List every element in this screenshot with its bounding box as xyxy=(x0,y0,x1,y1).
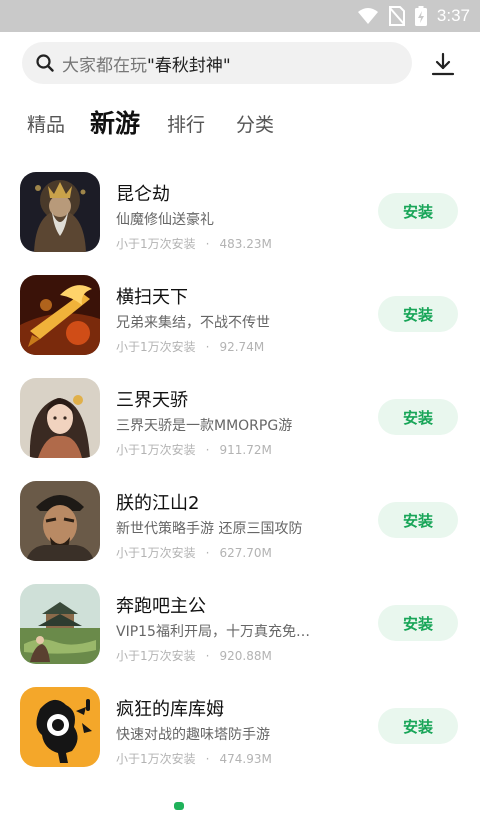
app-description: VIP15福利开局，十万真充免… xyxy=(116,624,310,640)
app-icon xyxy=(20,687,100,767)
app-meta: 小于1万次安装 · 92.74M xyxy=(116,338,264,355)
app-name: 昆仑劫 xyxy=(116,184,170,205)
install-count: 小于1万次安装 xyxy=(116,237,196,251)
download-icon[interactable] xyxy=(430,51,456,77)
search-input[interactable]: 大家都在玩"春秋封神" xyxy=(22,42,412,84)
app-description: 仙魔修仙送豪礼 xyxy=(116,212,214,228)
app-name: 横扫天下 xyxy=(116,287,188,308)
loading-indicator xyxy=(174,802,184,810)
list-item[interactable]: 朕的江山2 新世代策略手游 还原三国攻防 小于1万次安装 · 627.70M 安装 xyxy=(0,469,480,572)
search-highlight: "春秋封神" xyxy=(147,55,231,76)
search-icon xyxy=(36,54,54,72)
app-name: 疯狂的库库姆 xyxy=(116,699,224,720)
app-meta: 小于1万次安装 · 474.93M xyxy=(116,750,272,767)
list-item[interactable]: 奔跑吧主公 VIP15福利开局，十万真充免… 小于1万次安装 · 920.88M 安… xyxy=(0,572,480,675)
tab-new-games[interactable]: 新游 xyxy=(90,104,140,140)
app-icon xyxy=(20,378,100,458)
app-icon xyxy=(20,275,100,355)
separator-dot: · xyxy=(205,237,210,251)
list-item[interactable]: 横扫天下 兄弟来集结，不战不传世 小于1万次安装 · 92.74M 安装 xyxy=(0,263,480,366)
status-time: 3:37 xyxy=(436,6,470,25)
search-prefix: 大家都在玩 xyxy=(62,55,147,76)
install-count: 小于1万次安装 xyxy=(116,443,196,457)
app-icon xyxy=(20,584,100,664)
app-name: 朕的江山2 xyxy=(116,493,200,514)
tab-featured[interactable]: 精品 xyxy=(27,110,65,137)
app-name: 奔跑吧主公 xyxy=(116,596,206,617)
install-button[interactable]: 安装 xyxy=(378,708,458,744)
app-size: 483.23M xyxy=(219,237,272,251)
app-description: 兄弟来集结，不战不传世 xyxy=(116,315,270,331)
install-button[interactable]: 安装 xyxy=(378,605,458,641)
app-size: 92.74M xyxy=(219,340,265,354)
list-item[interactable]: 昆仑劫 仙魔修仙送豪礼 小于1万次安装 · 483.23M 安装 xyxy=(0,160,480,263)
separator-dot: · xyxy=(205,546,210,560)
tab-ranking[interactable]: 排行 xyxy=(167,110,205,137)
search-placeholder: 大家都在玩"春秋封神" xyxy=(62,51,231,76)
no-sim-icon xyxy=(388,6,405,26)
app-size: 920.88M xyxy=(219,649,272,663)
status-icons: 3:37 xyxy=(357,5,470,27)
install-count: 小于1万次安装 xyxy=(116,752,196,766)
separator-dot: · xyxy=(205,752,210,766)
app-icon xyxy=(20,481,100,561)
app-description: 快速对战的趣味塔防手游 xyxy=(116,727,270,743)
app-description: 新世代策略手游 还原三国攻防 xyxy=(116,521,303,537)
app-meta: 小于1万次安装 · 483.23M xyxy=(116,235,272,252)
list-item[interactable]: 三界天骄 三界天骄是一款MMORPG游 小于1万次安装 · 911.72M 安装 xyxy=(0,366,480,469)
install-count: 小于1万次安装 xyxy=(116,340,196,354)
app-name: 三界天骄 xyxy=(116,390,188,411)
list-item[interactable]: 疯狂的库库姆 快速对战的趣味塔防手游 小于1万次安装 · 474.93M 安装 xyxy=(0,675,480,778)
install-count: 小于1万次安装 xyxy=(116,546,196,560)
app-size: 474.93M xyxy=(219,752,272,766)
battery-icon xyxy=(414,6,427,26)
install-button[interactable]: 安装 xyxy=(378,193,458,229)
tab-categories[interactable]: 分类 xyxy=(236,110,274,137)
category-tabs: 精品 新游 排行 分类 xyxy=(0,100,480,148)
app-description: 三界天骄是一款MMORPG游 xyxy=(116,418,293,434)
app-meta: 小于1万次安装 · 911.72M xyxy=(116,441,272,458)
search-row: 大家都在玩"春秋封神" xyxy=(0,32,480,94)
status-bar: 3:37 xyxy=(0,0,480,32)
separator-dot: · xyxy=(205,649,210,663)
app-icon xyxy=(20,172,100,252)
install-button[interactable]: 安装 xyxy=(378,502,458,538)
app-meta: 小于1万次安装 · 627.70M xyxy=(116,544,272,561)
separator-dot: · xyxy=(205,340,210,354)
install-button[interactable]: 安装 xyxy=(378,296,458,332)
app-size: 627.70M xyxy=(219,546,272,560)
wifi-icon xyxy=(357,8,378,24)
install-button[interactable]: 安装 xyxy=(378,399,458,435)
app-size: 911.72M xyxy=(219,443,272,457)
app-meta: 小于1万次安装 · 920.88M xyxy=(116,647,272,664)
separator-dot: · xyxy=(205,443,210,457)
install-count: 小于1万次安装 xyxy=(116,649,196,663)
